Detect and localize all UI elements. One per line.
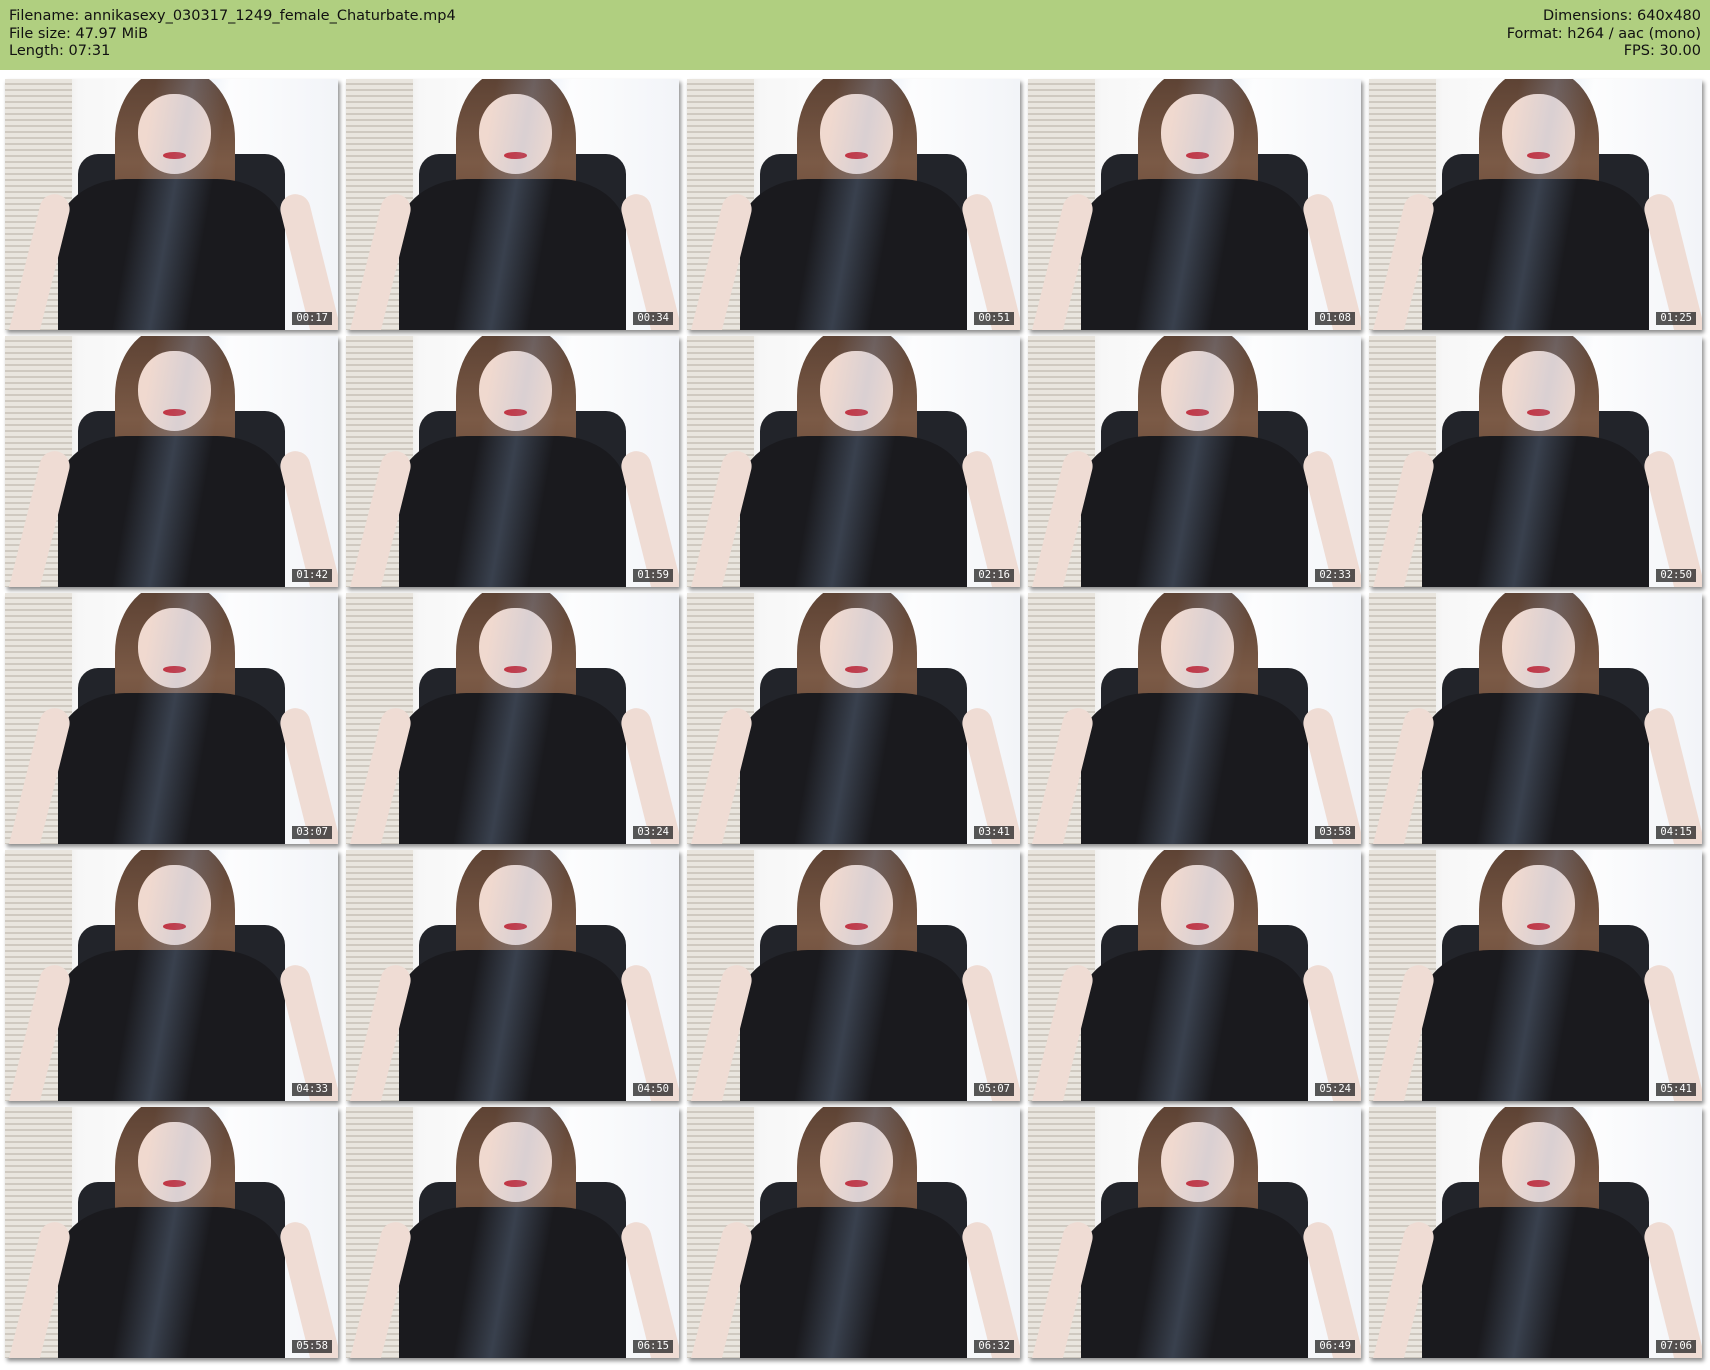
light-haze <box>1028 336 1361 587</box>
video-thumbnail[interactable]: 03:24 <box>346 593 679 844</box>
timestamp-label: 05:58 <box>292 1340 332 1353</box>
timestamp-label: 03:07 <box>292 826 332 839</box>
video-thumbnail[interactable]: 01:25 <box>1369 79 1702 330</box>
timestamp-label: 07:06 <box>1656 1340 1696 1353</box>
light-haze <box>1028 79 1361 330</box>
timestamp-label: 06:32 <box>974 1340 1014 1353</box>
light-haze <box>1028 593 1361 844</box>
light-haze <box>1028 1107 1361 1358</box>
light-haze <box>5 336 338 587</box>
thumbnail-grid: 00:17 00:34 00:51 01:08 01:25 01:42 01:59 02:16… <box>5 79 1702 1358</box>
video-thumbnail[interactable]: 00:51 <box>687 79 1020 330</box>
video-thumbnail[interactable]: 04:33 <box>5 850 338 1101</box>
timestamp-label: 01:08 <box>1315 312 1355 325</box>
video-thumbnail[interactable]: 04:50 <box>346 850 679 1101</box>
light-haze <box>5 593 338 844</box>
timestamp-label: 06:15 <box>633 1340 673 1353</box>
light-haze <box>346 850 679 1101</box>
video-thumbnail[interactable]: 05:07 <box>687 850 1020 1101</box>
light-haze <box>1369 593 1702 844</box>
timestamp-label: 02:50 <box>1656 569 1696 582</box>
timestamp-label: 02:33 <box>1315 569 1355 582</box>
file-meta-left: Filename: annikasexy_030317_1249_female_… <box>9 8 456 70</box>
dimensions-text: Dimensions: 640x480 <box>1542 8 1701 24</box>
timestamp-label: 01:25 <box>1656 312 1696 325</box>
light-haze <box>1369 850 1702 1101</box>
light-haze <box>687 593 1020 844</box>
video-thumbnail[interactable]: 05:41 <box>1369 850 1702 1101</box>
length-text: Length: 07:31 <box>9 43 111 59</box>
video-thumbnail[interactable]: 06:49 <box>1028 1107 1361 1358</box>
video-thumbnail[interactable]: 04:15 <box>1369 593 1702 844</box>
light-haze <box>1369 336 1702 587</box>
light-haze <box>687 1107 1020 1358</box>
timestamp-label: 04:33 <box>292 1083 332 1096</box>
file-meta-right: Dimensions: 640x480 Format: h264 / aac (… <box>1507 8 1701 70</box>
timestamp-label: 06:49 <box>1315 1340 1355 1353</box>
light-haze <box>346 79 679 330</box>
light-haze <box>1369 79 1702 330</box>
video-thumbnail[interactable]: 05:58 <box>5 1107 338 1358</box>
timestamp-label: 00:34 <box>633 312 673 325</box>
timestamp-label: 01:42 <box>292 569 332 582</box>
video-thumbnail[interactable]: 03:41 <box>687 593 1020 844</box>
light-haze <box>1369 1107 1702 1358</box>
video-thumbnail[interactable]: 02:33 <box>1028 336 1361 587</box>
video-thumbnail[interactable]: 01:08 <box>1028 79 1361 330</box>
info-header: Filename: annikasexy_030317_1249_female_… <box>0 0 1710 70</box>
timestamp-label: 03:24 <box>633 826 673 839</box>
video-thumbnail[interactable]: 01:42 <box>5 336 338 587</box>
light-haze <box>5 850 338 1101</box>
light-haze <box>687 79 1020 330</box>
light-haze <box>5 1107 338 1358</box>
timestamp-label: 00:17 <box>292 312 332 325</box>
light-haze <box>5 79 338 330</box>
video-thumbnail[interactable]: 06:15 <box>346 1107 679 1358</box>
video-thumbnail[interactable]: 03:58 <box>1028 593 1361 844</box>
light-haze <box>346 336 679 587</box>
timestamp-label: 03:58 <box>1315 826 1355 839</box>
video-thumbnail[interactable]: 02:50 <box>1369 336 1702 587</box>
light-haze <box>1028 850 1361 1101</box>
timestamp-label: 03:41 <box>974 826 1014 839</box>
fps-text: FPS: 30.00 <box>1623 43 1701 59</box>
video-thumbnail[interactable]: 01:59 <box>346 336 679 587</box>
timestamp-label: 05:41 <box>1656 1083 1696 1096</box>
timestamp-label: 01:59 <box>633 569 673 582</box>
timestamp-label: 05:24 <box>1315 1083 1355 1096</box>
filename-text: Filename: annikasexy_030317_1249_female_… <box>9 8 456 24</box>
timestamp-label: 04:15 <box>1656 826 1696 839</box>
timestamp-label: 05:07 <box>974 1083 1014 1096</box>
timestamp-label: 04:50 <box>633 1083 673 1096</box>
timestamp-label: 02:16 <box>974 569 1014 582</box>
video-thumbnail[interactable]: 07:06 <box>1369 1107 1702 1358</box>
timestamp-label: 00:51 <box>974 312 1014 325</box>
video-thumbnail[interactable]: 05:24 <box>1028 850 1361 1101</box>
video-thumbnail[interactable]: 02:16 <box>687 336 1020 587</box>
light-haze <box>346 593 679 844</box>
light-haze <box>687 336 1020 587</box>
format-text: Format: h264 / aac (mono) <box>1506 25 1701 42</box>
filesize-text: File size: 47.97 MiB <box>9 25 149 42</box>
video-thumbnail[interactable]: 00:17 <box>5 79 338 330</box>
video-thumbnail[interactable]: 00:34 <box>346 79 679 330</box>
light-haze <box>346 1107 679 1358</box>
video-thumbnail[interactable]: 06:32 <box>687 1107 1020 1358</box>
light-haze <box>687 850 1020 1101</box>
video-thumbnail[interactable]: 03:07 <box>5 593 338 844</box>
